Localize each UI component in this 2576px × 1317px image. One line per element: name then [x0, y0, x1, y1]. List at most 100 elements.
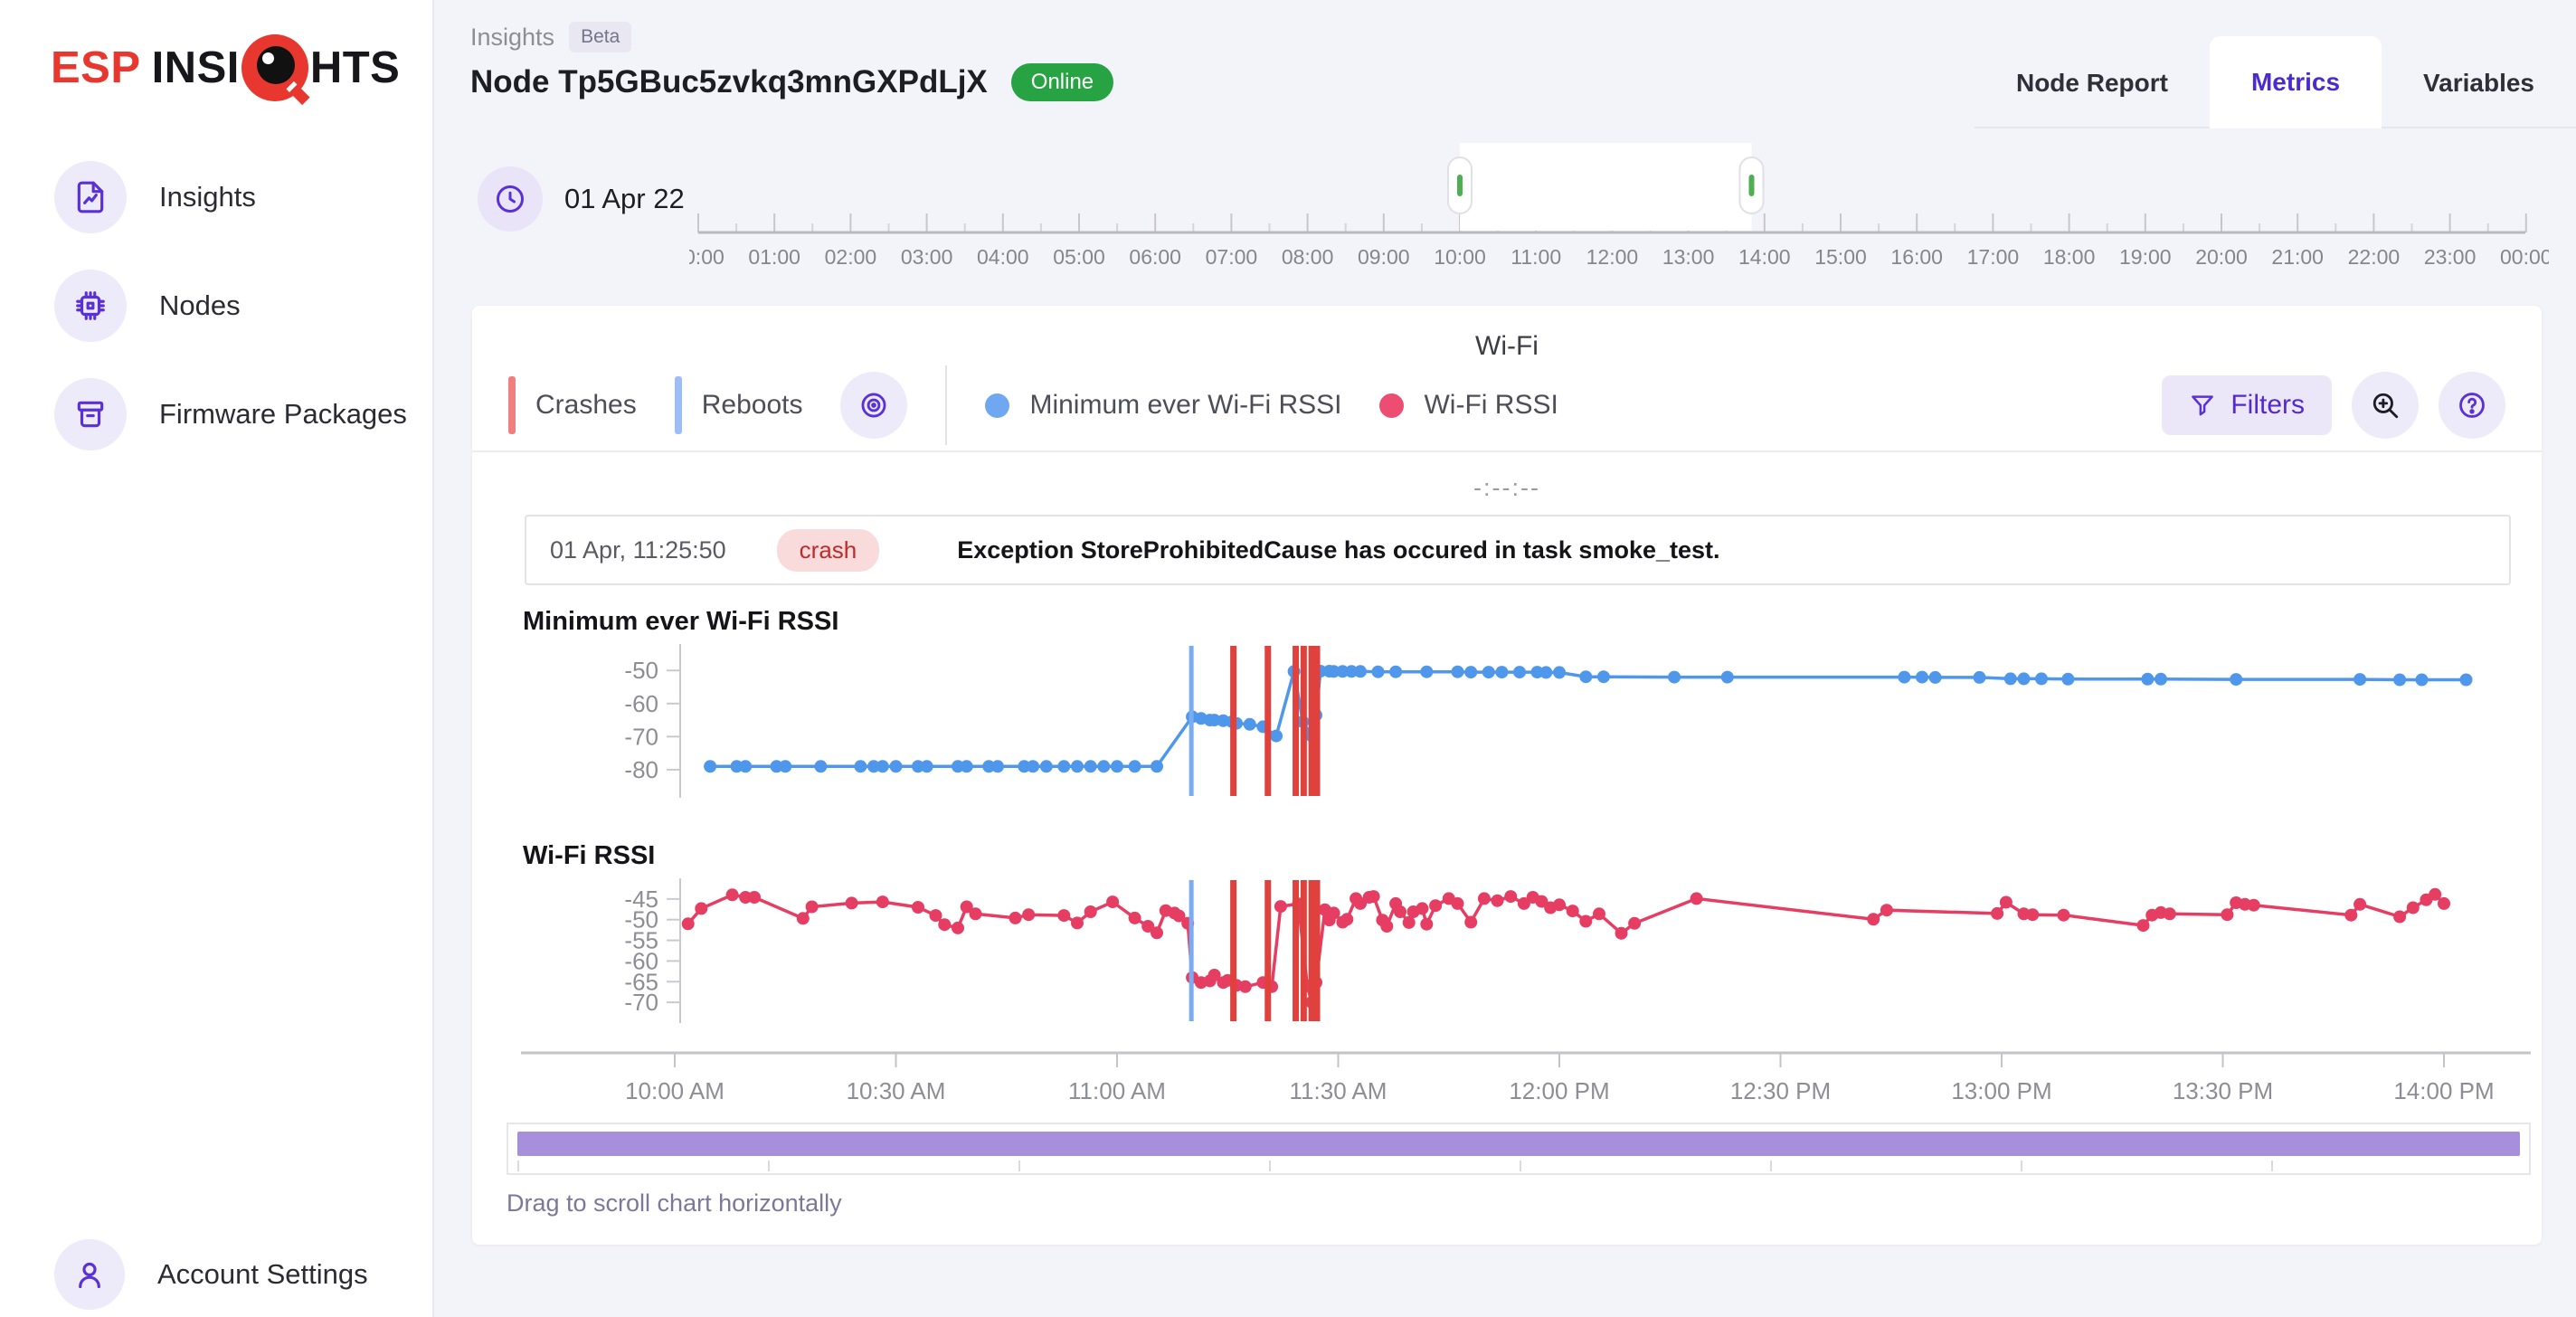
wifi-metrics-card: Wi-Fi Crashes Reboots	[472, 306, 2542, 1245]
svg-text:00:00: 00:00	[689, 245, 724, 269]
sidebar-item-label: Nodes	[159, 289, 241, 322]
wifi-rssi-color-dot	[1379, 393, 1404, 418]
legend-toggle-wifi-rssi[interactable]: Wi-Fi RSSI	[1379, 390, 1558, 421]
reboots-color-bar	[675, 376, 682, 434]
svg-text:06:00: 06:00	[1129, 245, 1181, 269]
legend-toggle-crashes[interactable]: Crashes	[508, 376, 637, 434]
svg-text:09:00: 09:00	[1358, 245, 1410, 269]
logo-text-esp: ESP	[51, 43, 141, 93]
visibility-toggle-button[interactable]	[840, 372, 907, 439]
crash-event-row[interactable]: 01 Apr, 11:25:50 crash Exception StorePr…	[525, 515, 2511, 585]
chart-wifi-rssi[interactable]: -45-50-55-60-65-70	[507, 878, 2533, 1023]
help-icon	[2457, 390, 2487, 421]
svg-text:22:00: 22:00	[2348, 245, 2401, 269]
svg-text:15:00: 15:00	[1814, 245, 1867, 269]
chart-min-ever-wifi-rssi[interactable]: -50-60-70-80	[507, 644, 2533, 798]
filters-label: Filters	[2230, 390, 2305, 421]
breadcrumb: Insights Beta	[470, 22, 1113, 52]
zoom-in-button[interactable]	[2352, 372, 2419, 439]
svg-text:12:00: 12:00	[1586, 245, 1639, 269]
sidebar-item-nodes[interactable]: Nodes	[0, 270, 432, 342]
date-label: 01 Apr 22	[564, 183, 685, 215]
tab-node-report[interactable]: Node Report	[1975, 40, 2210, 127]
clock-icon	[478, 166, 543, 232]
sidebar-item-label: Firmware Packages	[159, 398, 407, 431]
svg-text:20:00: 20:00	[2195, 245, 2248, 269]
svg-text:02:00: 02:00	[825, 245, 877, 269]
svg-text:05:00: 05:00	[1053, 245, 1105, 269]
svg-text:18:00: 18:00	[2043, 245, 2096, 269]
timeline-section: 01 Apr 22 00:00 01:00 02:00 03:00 04:00 05:00…	[434, 128, 2576, 302]
page-title: Node Tp5GBuc5zvkq3mnGXPdLjX	[470, 64, 988, 100]
logo-text-hts: HTS	[310, 43, 401, 93]
legend-divider	[945, 365, 947, 445]
archive-box-icon	[54, 378, 127, 450]
legend-label: Minimum ever Wi-Fi RSSI	[1029, 390, 1341, 421]
legend-toggle-reboots[interactable]: Reboots	[675, 376, 803, 434]
min-rssi-color-dot	[985, 393, 1009, 418]
sidebar-item-account-settings[interactable]: Account Settings	[0, 1239, 432, 1317]
svg-text:10:00 AM: 10:00 AM	[625, 1077, 724, 1104]
event-timestamp: 01 Apr, 11:25:50	[550, 536, 726, 564]
main-area: Insights Beta Node Tp5GBuc5zvkq3mnGXPdLj…	[434, 0, 2576, 1317]
svg-text:-80: -80	[624, 756, 658, 783]
horizontal-scrollbar[interactable]	[507, 1123, 2531, 1175]
sidebar-nav: Insights Nodes Firmware Packages	[0, 161, 432, 1239]
esp-insights-logo: ESPINSI HTS	[0, 0, 432, 101]
event-message: Exception StoreProhibitedCause has occur…	[957, 536, 1719, 564]
topbar: Insights Beta Node Tp5GBuc5zvkq3mnGXPdLj…	[434, 0, 2576, 128]
svg-text:12:30 PM: 12:30 PM	[1730, 1077, 1831, 1104]
breadcrumb-insights[interactable]: Insights	[470, 24, 554, 52]
chart-title-min-rssi: Minimum ever Wi-Fi RSSI	[523, 607, 2542, 637]
svg-text:13:00: 13:00	[1662, 245, 1715, 269]
zoom-in-icon	[2370, 390, 2401, 421]
filters-button[interactable]: Filters	[2162, 375, 2332, 435]
svg-text:04:00: 04:00	[977, 245, 1029, 269]
hover-time-display: -:--:--	[472, 474, 2542, 502]
sidebar: ESPINSI HTS Insights Nodes Firmware Packa…	[0, 0, 434, 1317]
status-badge: Online	[1011, 63, 1113, 101]
legend-label: Crashes	[535, 390, 637, 421]
svg-text:03:00: 03:00	[901, 245, 953, 269]
svg-text:10:00: 10:00	[1434, 245, 1486, 269]
date-chip: 01 Apr 22	[478, 166, 685, 232]
app-root: ESPINSI HTS Insights Nodes Firmware Packa…	[0, 0, 2576, 1317]
svg-text:-60: -60	[624, 690, 658, 717]
insights-icon	[54, 161, 127, 233]
svg-text:00:00: 00:00	[2500, 245, 2549, 269]
tab-metrics[interactable]: Metrics	[2210, 36, 2382, 128]
legend-right: Filters	[2162, 372, 2505, 439]
svg-text:13:30 PM: 13:30 PM	[2173, 1077, 2273, 1104]
scroll-hint: Drag to scroll chart horizontally	[507, 1189, 2542, 1218]
svg-text:-70: -70	[624, 723, 658, 750]
chart-title-wifi-rssi: Wi-Fi RSSI	[523, 841, 2542, 871]
shared-time-axis: 10:00 AM10:30 AM11:00 AM11:30 AM12:00 PM…	[507, 1050, 2533, 1106]
scrollbar-thumb[interactable]	[517, 1132, 2520, 1156]
svg-text:11:00 AM: 11:00 AM	[1068, 1077, 1166, 1104]
title-row: Node Tp5GBuc5zvkq3mnGXPdLjX Online	[470, 63, 1113, 101]
help-button[interactable]	[2439, 372, 2505, 439]
tab-variables[interactable]: Variables	[2382, 40, 2576, 127]
legend-label: Reboots	[702, 390, 803, 421]
sidebar-item-firmware-packages[interactable]: Firmware Packages	[0, 378, 432, 450]
funnel-icon	[2189, 392, 2216, 419]
legend-toggle-min-rssi[interactable]: Minimum ever Wi-Fi RSSI	[985, 390, 1341, 421]
svg-text:23:00: 23:00	[2424, 245, 2477, 269]
timeline-brush[interactable]: 00:00 01:00 02:00 03:00 04:00 05:00 06:00 07:00…	[689, 137, 2549, 282]
svg-text:08:00: 08:00	[1282, 245, 1334, 269]
account-settings-label: Account Settings	[157, 1258, 368, 1291]
svg-text:19:00: 19:00	[2119, 245, 2172, 269]
scrollbar-ticks	[517, 1161, 2520, 1171]
logo-text-insi: INSI	[152, 43, 240, 93]
crash-badge: crash	[777, 529, 880, 572]
topbar-left: Insights Beta Node Tp5GBuc5zvkq3mnGXPdLj…	[470, 22, 1113, 101]
sidebar-item-label: Insights	[159, 181, 256, 213]
beta-badge: Beta	[569, 22, 631, 52]
svg-text:17:00: 17:00	[1967, 245, 2020, 269]
legend-label: Wi-Fi RSSI	[1424, 390, 1558, 421]
svg-text:01:00: 01:00	[748, 245, 800, 269]
eye-icon	[858, 390, 889, 421]
svg-text:07:00: 07:00	[1206, 245, 1258, 269]
svg-text:21:00: 21:00	[2271, 245, 2324, 269]
sidebar-item-insights[interactable]: Insights	[0, 161, 432, 233]
